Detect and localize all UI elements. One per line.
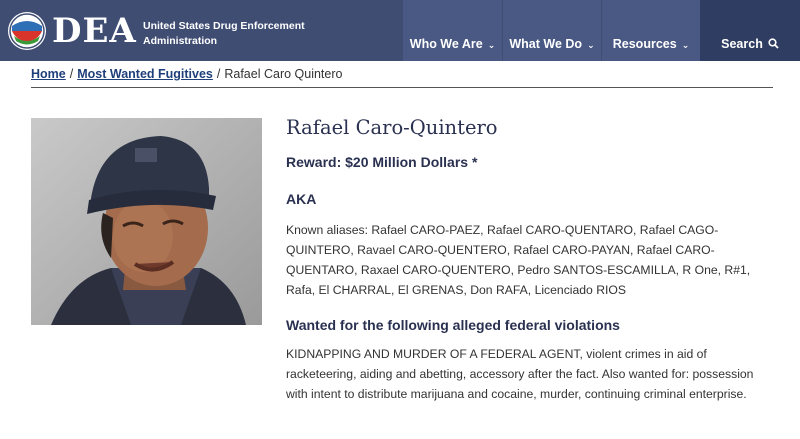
- breadcrumb-separator: /: [216, 67, 221, 81]
- dea-seal-icon: [8, 12, 46, 50]
- reward-amount: Reward: $20 Million Dollars *: [286, 154, 478, 170]
- violations-text: KIDNAPPING AND MURDER OF A FEDERAL AGENT…: [286, 347, 754, 401]
- nav-resources[interactable]: Resources ⌄: [601, 0, 700, 61]
- chevron-down-icon: ⌄: [487, 40, 496, 50]
- site-header: DEA United States Drug Enforcement Admin…: [0, 0, 800, 61]
- fugitive-details: Rafael Caro-Quintero Reward: $20 Million…: [286, 116, 776, 404]
- breadcrumb: Home / Most Wanted Fugitives / Rafael Caro Q…: [31, 67, 773, 88]
- nav-who-we-are[interactable]: Who We Are ⌄: [403, 0, 502, 61]
- breadcrumb-section-link[interactable]: Most Wanted Fugitives: [77, 67, 213, 81]
- nav-label: What We Do: [509, 37, 583, 51]
- breadcrumb-current: Rafael Caro Quintero: [224, 67, 343, 81]
- aka-heading: AKA: [286, 191, 317, 207]
- nav-label: Who We Are: [409, 37, 483, 51]
- search-button[interactable]: Search: [700, 0, 800, 61]
- dea-wordmark: DEA: [52, 11, 137, 51]
- aliases-text: Known aliases: Rafael CARO-PAEZ, Rafael …: [286, 223, 751, 297]
- chevron-down-icon: ⌄: [587, 40, 595, 50]
- chevron-down-icon: ⌄: [681, 40, 690, 50]
- nav-label: Resources: [612, 37, 677, 51]
- search-label: Search: [721, 37, 763, 51]
- nav-what-we-do[interactable]: What We Do ⌄: [502, 0, 601, 61]
- fugitive-name: Rafael Caro-Quintero: [286, 116, 498, 139]
- violations-heading: Wanted for the following alleged federal…: [286, 317, 620, 333]
- search-icon: [768, 38, 779, 51]
- dea-logo[interactable]: DEA: [8, 10, 137, 52]
- breadcrumb-separator: /: [69, 67, 74, 81]
- fugitive-photo: [31, 118, 262, 325]
- breadcrumb-home-link[interactable]: Home: [31, 67, 66, 81]
- agency-name: United States Drug Enforcement Administr…: [143, 20, 305, 47]
